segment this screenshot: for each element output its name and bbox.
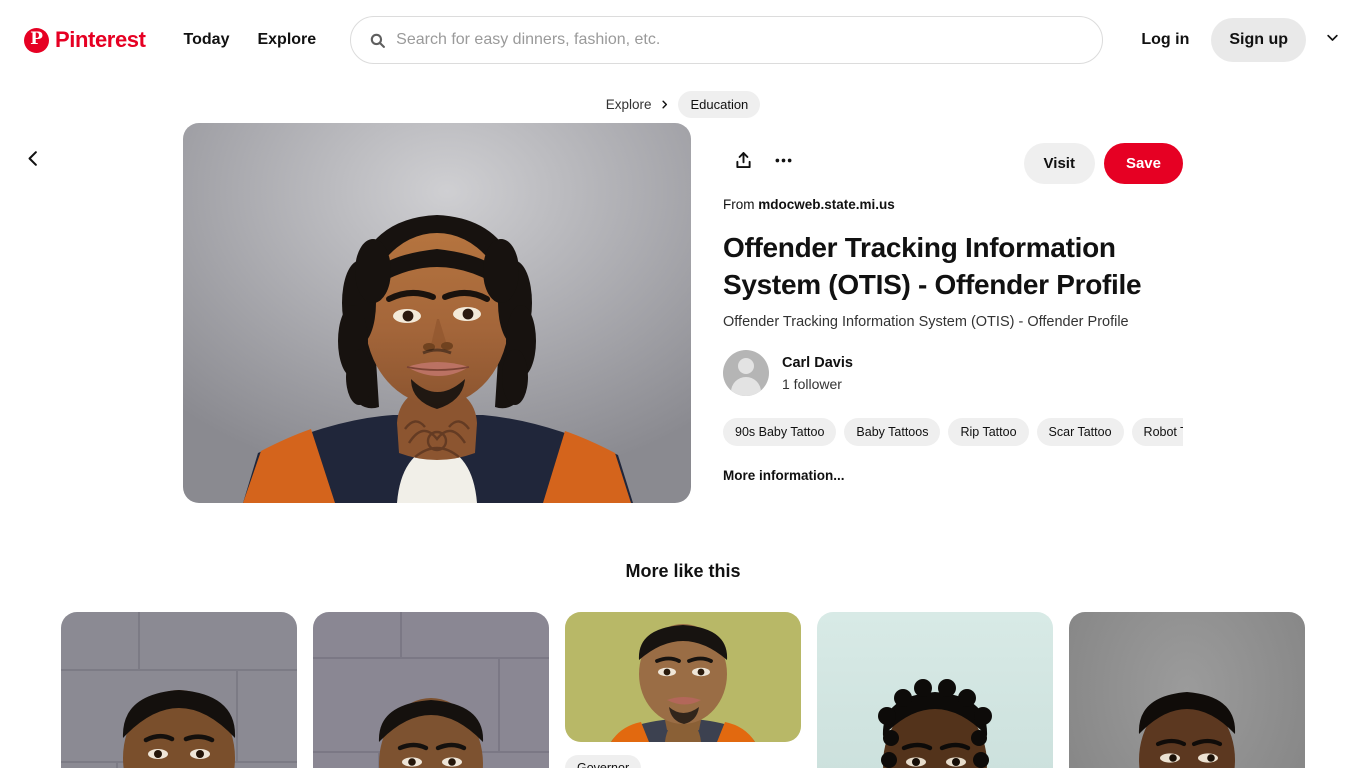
mugshot-thumbnail-icon <box>1069 612 1305 768</box>
pin-title: Offender Tracking Information System (OT… <box>723 232 1142 300</box>
account-menu-button[interactable] <box>1314 22 1350 58</box>
pin-source-domain: mdocweb.state.mi.us <box>758 197 895 212</box>
mugshot-thumbnail-icon <box>61 612 297 768</box>
pin-tags: 90s Baby Tattoo Baby Tattoos Rip Tattoo … <box>723 418 1183 447</box>
author-followers: 1 follower <box>782 375 842 392</box>
tag-pill[interactable]: 90s Baby Tattoo <box>723 418 837 447</box>
related-pin-image[interactable] <box>61 612 297 768</box>
breadcrumb-education[interactable]: Education <box>678 90 761 118</box>
save-button[interactable]: Save <box>1103 142 1183 184</box>
pin-source[interactable]: From mdocweb.state.mi.us <box>723 197 1183 212</box>
pin-main-image[interactable] <box>183 123 691 503</box>
related-pin-image[interactable] <box>565 612 801 742</box>
mugshot-photo-icon <box>183 123 691 503</box>
login-button[interactable]: Log in <box>1125 18 1205 62</box>
chevron-down-icon <box>1325 30 1340 50</box>
mugshot-thumbnail-icon <box>313 612 549 768</box>
pin-description: Offender Tracking Information System (OT… <box>723 313 1129 330</box>
related-pin-tag[interactable]: Governor <box>565 755 642 768</box>
related-pin-item <box>61 612 297 768</box>
related-pin-image[interactable] <box>1069 612 1305 768</box>
pin-action-row: Visit Save <box>723 139 1183 187</box>
search-input[interactable] <box>396 17 1087 63</box>
search-box[interactable] <box>350 16 1104 64</box>
related-pin-image[interactable] <box>817 612 1053 768</box>
pinterest-logo-icon: P <box>24 27 49 53</box>
breadcrumb: Explore Education <box>0 86 1366 122</box>
more-information-link[interactable]: More information... <box>723 468 1183 483</box>
top-header: P Pinterest Today Explore Log in Sign up <box>0 0 1366 80</box>
share-button[interactable] <box>723 143 763 183</box>
avatar-placeholder-body <box>731 377 761 397</box>
related-pin-item <box>313 612 549 768</box>
chevron-left-icon <box>24 149 43 173</box>
visit-button[interactable]: Visit <box>1023 142 1095 184</box>
search-icon <box>369 32 386 49</box>
share-icon <box>733 150 754 176</box>
pin-source-prefix: From <box>723 197 755 212</box>
nav-explore[interactable]: Explore <box>243 21 330 59</box>
breadcrumb-explore[interactable]: Explore <box>606 97 652 112</box>
related-pin-item: Governor <box>565 612 801 768</box>
related-pin-image[interactable] <box>313 612 549 768</box>
tag-pill[interactable]: Baby Tattoos <box>844 418 941 447</box>
author-text: Carl Davis 1 follower <box>782 353 853 394</box>
pinterest-wordmark: Pinterest <box>55 27 146 52</box>
pinterest-logo[interactable]: P Pinterest <box>18 23 152 57</box>
search-container <box>350 16 1104 64</box>
ellipsis-icon <box>773 150 794 176</box>
back-button[interactable] <box>16 144 50 178</box>
more-options-button[interactable] <box>763 143 803 183</box>
signup-button[interactable]: Sign up <box>1211 18 1306 62</box>
related-pin-item <box>1069 612 1305 768</box>
pin-author[interactable]: Carl Davis 1 follower <box>723 350 1183 397</box>
pin-closeup-container: Visit Save From mdocweb.state.mi.us Offe… <box>0 123 1366 503</box>
related-pins-grid: Governor <box>0 612 1366 768</box>
chevron-right-icon <box>659 99 670 110</box>
tag-pill[interactable]: Rip Tattoo <box>948 418 1029 447</box>
related-pin-item <box>817 612 1053 768</box>
pin-info-panel: Visit Save From mdocweb.state.mi.us Offe… <box>723 123 1183 503</box>
avatar[interactable] <box>723 350 769 397</box>
mugshot-thumbnail-icon <box>817 612 1053 768</box>
tag-pill[interactable]: Scar Tattoo <box>1036 418 1124 447</box>
mugshot-thumbnail-icon <box>565 612 801 742</box>
tag-pill[interactable]: Robot Tattoo <box>1131 418 1183 447</box>
author-name: Carl Davis <box>782 354 853 371</box>
nav-today[interactable]: Today <box>170 21 244 59</box>
avatar-placeholder-icon <box>738 358 754 375</box>
more-like-this-heading: More like this <box>625 561 741 581</box>
header-actions: Log in Sign up <box>1125 18 1350 62</box>
